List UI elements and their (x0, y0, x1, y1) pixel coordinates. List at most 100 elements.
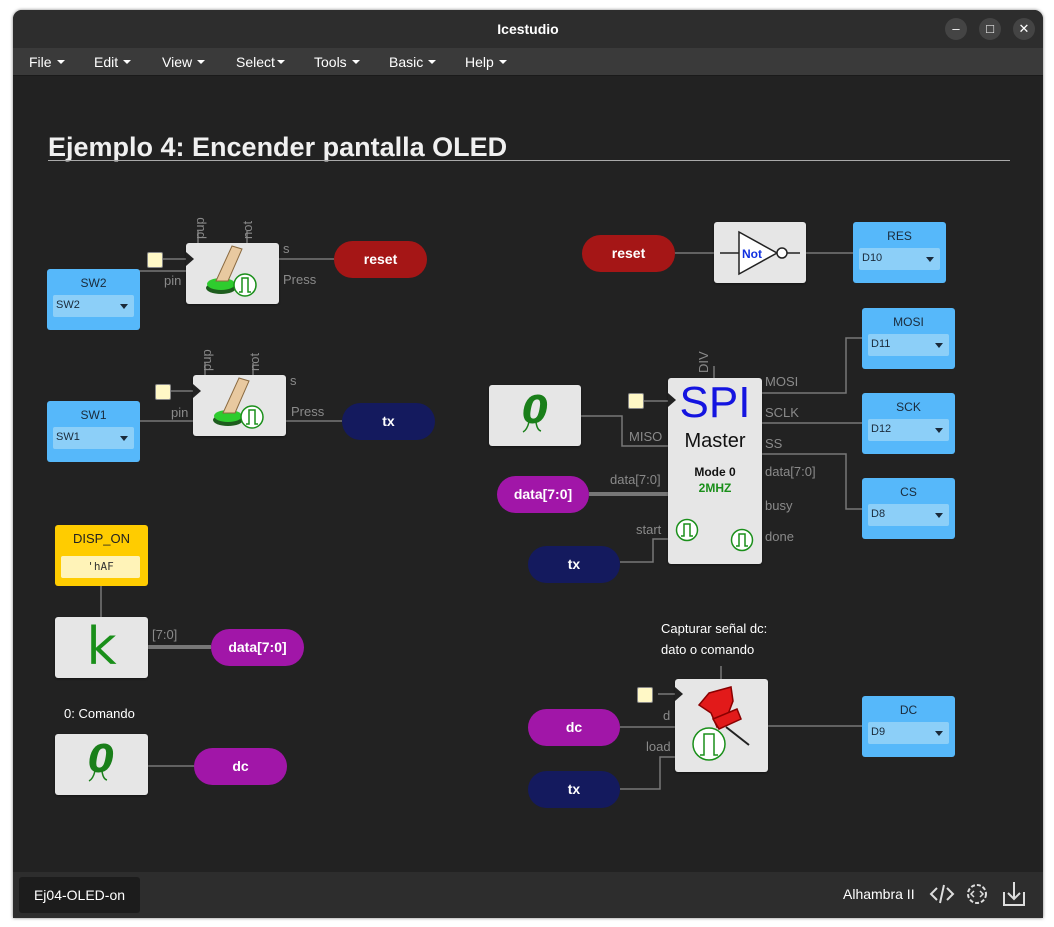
port-s: s (290, 373, 297, 388)
capture-note-line1: Capturar señal dc: (661, 621, 768, 636)
chevron-down-icon (120, 436, 128, 441)
pin-name: CS (900, 485, 917, 499)
clock-arrow (675, 687, 683, 701)
pin-select[interactable]: D9 (868, 722, 949, 744)
clock-input-box[interactable] (147, 252, 163, 268)
mosi-output-pin[interactable]: MOSI D11 (862, 308, 955, 369)
register-block[interactable] (675, 679, 768, 772)
maximize-button[interactable]: □ (979, 18, 1001, 40)
port-pin: pin (171, 405, 189, 420)
spi-mode: Mode 0 (694, 465, 736, 479)
not-gate-block[interactable]: Not (714, 222, 806, 283)
clock-input-box[interactable] (155, 384, 171, 400)
board-name[interactable]: Alhambra II (843, 886, 915, 902)
design-canvas[interactable]: Ejemplo 4: Encender pantalla OLED SW2 SW… (13, 76, 1043, 876)
clock-arrow (668, 393, 676, 407)
clock-arrow (193, 384, 201, 398)
menu-file[interactable]: File (29, 54, 65, 70)
pin-select[interactable]: D10 (859, 248, 940, 270)
port-not: not (240, 220, 255, 239)
pin-name: SW1 (80, 408, 107, 422)
pin-select[interactable]: D11 (868, 334, 949, 356)
code-icon[interactable] (928, 880, 956, 908)
button-block-sw2[interactable] (186, 243, 279, 304)
zero-constant-icon: 0 (522, 388, 548, 433)
settings-icon[interactable] (963, 880, 991, 908)
button-block-sw1[interactable] (193, 375, 286, 436)
chevron-down-icon (935, 513, 943, 518)
push-button-icon (213, 377, 264, 429)
label-reset-in[interactable]: reset (582, 235, 675, 272)
zero-constant-icon: 0 (88, 737, 114, 782)
push-button-icon (206, 245, 257, 297)
menu-select[interactable]: Select (236, 54, 285, 70)
port-sclk: SCLK (765, 405, 799, 420)
not-gate-icon: Not (720, 230, 800, 276)
pin-value: SW1 (56, 431, 80, 443)
port-data-out: data[7:0] (765, 464, 816, 479)
constant-value-field[interactable]: 'hAF (61, 556, 140, 578)
pin-value: D11 (871, 338, 891, 350)
port-s: s (283, 241, 290, 256)
k-constant-block[interactable]: k (55, 617, 148, 678)
sw2-input-pin[interactable]: SW2 SW2 (47, 269, 140, 330)
label-data-out[interactable]: data[7:0] (211, 629, 304, 666)
label-tx-in[interactable]: tx (528, 546, 620, 583)
pin-name: RES (887, 229, 912, 243)
menu-help[interactable]: Help (465, 54, 507, 70)
pin-value: D8 (871, 508, 886, 520)
minimize-button[interactable]: – (945, 18, 967, 40)
pin-select[interactable]: SW2 (53, 295, 134, 317)
spi-subtitle: Master (684, 430, 746, 452)
port-pup: pup (192, 217, 207, 239)
file-tab[interactable]: Ej04-OLED-on (19, 877, 140, 913)
menu-edit[interactable]: Edit (94, 54, 132, 70)
port-press: Press (291, 404, 325, 419)
spi-title: SPI (679, 378, 751, 427)
clock-symbol-icon (730, 528, 754, 552)
not-gate-label: Not (742, 247, 762, 261)
chevron-down-icon (120, 304, 128, 309)
dc-output-pin[interactable]: DC D9 (862, 696, 955, 757)
menu-view[interactable]: View (162, 54, 206, 70)
sck-output-pin[interactable]: SCK D12 (862, 393, 955, 454)
port-mosi: MOSI (765, 374, 799, 389)
spi-freq: 2MHZ (698, 481, 732, 495)
label-reset-out[interactable]: reset (334, 241, 427, 278)
port-data-in: data[7:0] (610, 472, 661, 487)
label-dc-in[interactable]: dc (528, 709, 620, 746)
menu-tools[interactable]: Tools (314, 54, 360, 70)
pin-select[interactable]: D8 (868, 504, 949, 526)
label-dc-out[interactable]: dc (194, 748, 287, 785)
clock-input-box[interactable] (637, 687, 653, 703)
chevron-down-icon (935, 731, 943, 736)
zero-constant-block[interactable]: 0 (55, 734, 148, 795)
title-bar: Icestudio – □ ✕ (13, 10, 1043, 48)
port-pup: pup (199, 349, 214, 371)
cs-output-pin[interactable]: CS D8 (862, 478, 955, 539)
miso-zero-block[interactable]: 0 (489, 385, 581, 446)
status-bar: Ej04-OLED-on Alhambra II (13, 872, 1043, 918)
chevron-down-icon (926, 257, 934, 262)
label-tx-load[interactable]: tx (528, 771, 620, 808)
capture-note-line2: dato o comando (661, 642, 755, 657)
port-miso: MISO (629, 429, 663, 444)
port-press: Press (283, 272, 317, 287)
sw1-input-pin[interactable]: SW1 SW1 (47, 401, 140, 462)
spi-master-block[interactable]: SPI Master Mode 0 2MHZ (668, 378, 762, 564)
constant-disp-on[interactable]: DISP_ON 'hAF (55, 525, 148, 586)
label-tx-out[interactable]: tx (342, 403, 435, 440)
clock-input-box[interactable] (628, 393, 644, 409)
svg-text:0: 0 (88, 737, 114, 781)
port-busy: busy (765, 498, 793, 513)
label-data-in[interactable]: data[7:0] (497, 476, 589, 513)
menu-bar: File Edit View Select Tools Basic Help (13, 48, 1043, 76)
pin-select[interactable]: SW1 (53, 427, 134, 449)
close-button[interactable]: ✕ (1013, 18, 1035, 40)
svg-text:0: 0 (522, 388, 548, 432)
port-ss: SS (765, 436, 783, 451)
res-output-pin[interactable]: RES D10 (853, 222, 946, 283)
menu-basic[interactable]: Basic (389, 54, 437, 70)
download-icon[interactable] (1000, 880, 1028, 908)
pin-select[interactable]: D12 (868, 419, 949, 441)
